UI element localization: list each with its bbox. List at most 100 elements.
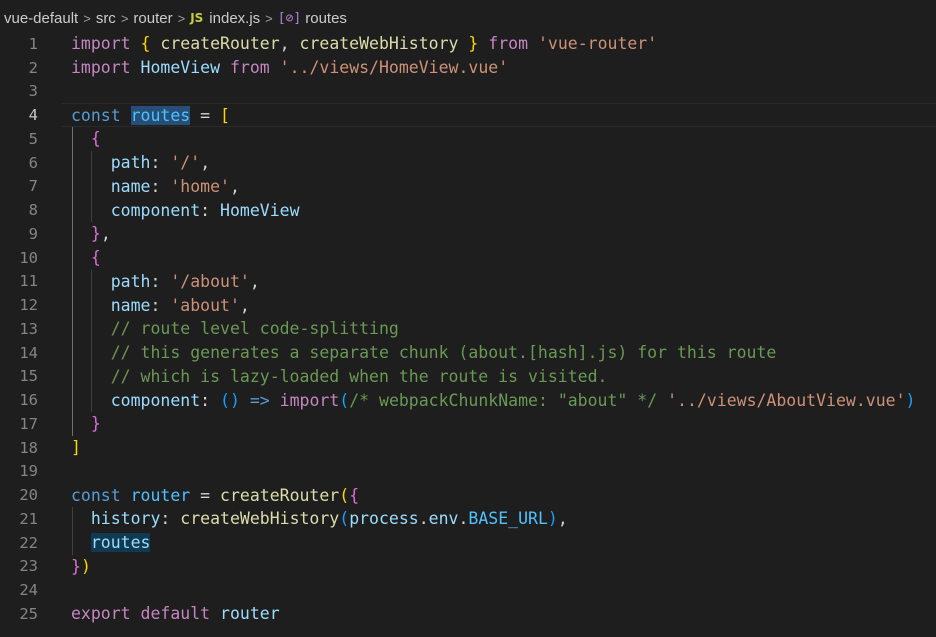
code-line[interactable]: 11 path: '/about', [0, 269, 936, 294]
line-number[interactable]: 9 [0, 225, 38, 243]
code-token: ] [71, 438, 81, 458]
code-line[interactable]: 18] [0, 436, 936, 460]
code-token: '../views/HomeView.vue' [279, 58, 509, 78]
code-content: path: '/', [71, 153, 210, 172]
code-token: 'vue-router' [537, 34, 658, 54]
code-line[interactable]: 20 const router = createRouter({ [0, 483, 936, 507]
line-number[interactable]: 6 [0, 154, 38, 172]
code-line[interactable]: 2 import HomeView from '../views/HomeView… [0, 56, 936, 80]
javascript-file-icon: JS [190, 11, 204, 25]
code-line[interactable]: 7 name: 'home', [0, 174, 936, 199]
line-number[interactable]: 10 [0, 249, 38, 267]
code-line[interactable]: 19 [0, 460, 936, 484]
breadcrumb-item-folder-root[interactable]: vue-default [4, 10, 78, 27]
code-token: , [249, 271, 260, 291]
code-line[interactable]: 23}) [0, 555, 936, 579]
code-line[interactable]: 6 path: '/', [0, 150, 936, 175]
code-token: { [90, 248, 101, 268]
code-token: export [71, 604, 131, 624]
code-token: ( [339, 485, 350, 505]
chevron-right-icon: > [120, 10, 129, 26]
code-token: : [150, 176, 171, 196]
code-token: => [249, 390, 270, 410]
code-line[interactable]: 1 import { createRouter, createWebHistory… [0, 32, 936, 56]
code-line[interactable]: 14 // this generates a separate chunk (a… [0, 340, 936, 365]
line-number[interactable]: 15 [0, 367, 38, 385]
line-number[interactable]: 1 [0, 35, 38, 53]
line-number[interactable]: 16 [0, 391, 38, 409]
line-number[interactable]: 12 [0, 296, 38, 314]
code-token: router [220, 604, 280, 624]
line-number[interactable]: 5 [0, 130, 38, 148]
line-number[interactable]: 14 [0, 344, 38, 362]
code-content: ] [71, 438, 81, 457]
code-content: }, [71, 224, 111, 243]
code-line[interactable]: 10 { [0, 245, 936, 270]
code-content: }) [71, 557, 91, 576]
line-number[interactable]: 18 [0, 439, 38, 457]
line-number[interactable]: 24 [0, 581, 38, 599]
code-token: router [130, 485, 191, 505]
line-number[interactable]: 17 [0, 415, 38, 433]
code-token: history [90, 509, 161, 529]
code-token: : [150, 153, 171, 173]
code-token: , [557, 509, 568, 529]
line-number[interactable]: 3 [0, 82, 38, 100]
code-line[interactable]: 17 } [0, 412, 936, 436]
line-number[interactable]: 2 [0, 59, 38, 77]
code-token: env [428, 509, 459, 529]
line-number[interactable]: 11 [0, 272, 38, 290]
code-editor[interactable]: 1 import { createRouter, createWebHistory… [0, 32, 936, 637]
code-token: : [200, 200, 221, 220]
breadcrumb-item-folder-src[interactable]: src [96, 10, 116, 27]
breadcrumb-item-symbol[interactable]: routes [305, 10, 347, 27]
code-line[interactable]: 12 name: 'about', [0, 293, 936, 317]
code-token: routes [130, 105, 191, 125]
breadcrumb-item-folder-router[interactable]: router [133, 10, 172, 27]
line-number[interactable]: 22 [0, 534, 38, 552]
line-number[interactable]: 8 [0, 201, 38, 219]
line-number[interactable]: 21 [0, 510, 38, 528]
code-line[interactable]: 5 { [0, 127, 936, 151]
code-token: ) [547, 509, 558, 529]
line-number[interactable]: 20 [0, 486, 38, 504]
code-line[interactable]: 9 }, [0, 222, 936, 246]
code-line[interactable]: 15 // which is lazy-loaded when the rout… [0, 364, 936, 389]
code-line[interactable]: 13 // route level code-splitting [0, 317, 936, 341]
code-line[interactable]: 25 export default router [0, 602, 936, 626]
code-line[interactable]: 3 [0, 80, 936, 104]
line-number[interactable]: 19 [0, 462, 38, 480]
code-token: createWebHistory [299, 34, 459, 54]
code-line[interactable]: 16 component: () => import(/* webpackChu… [0, 388, 936, 412]
code-line[interactable]: 21 history: createWebHistory(process.env… [0, 507, 936, 531]
line-number[interactable]: 23 [0, 557, 38, 575]
code-token: } [90, 224, 101, 244]
code-line[interactable]: 22 routes [0, 530, 936, 555]
code-token: , [279, 34, 300, 54]
line-number[interactable]: 25 [0, 605, 38, 623]
code-token: { [140, 34, 151, 54]
line-number[interactable]: 4 [0, 106, 38, 124]
code-content: routes [71, 533, 151, 553]
code-token: ) [905, 390, 916, 410]
line-number[interactable]: 13 [0, 320, 38, 338]
code-token: HomeView [220, 200, 300, 220]
code-line[interactable]: 24 [0, 578, 936, 602]
code-line[interactable]: 8 component: HomeView [0, 198, 936, 222]
code-token: 'about' [170, 295, 240, 315]
code-token: , [200, 153, 211, 173]
line-number[interactable]: 7 [0, 177, 38, 195]
code-token: name [110, 295, 151, 315]
code-token: ( [339, 390, 350, 410]
code-line[interactable]: 4 const routes = [ [0, 103, 936, 127]
code-token: // this generates a separate chunk (abou… [110, 343, 777, 363]
breadcrumb-item-file[interactable]: index.js [209, 10, 260, 27]
